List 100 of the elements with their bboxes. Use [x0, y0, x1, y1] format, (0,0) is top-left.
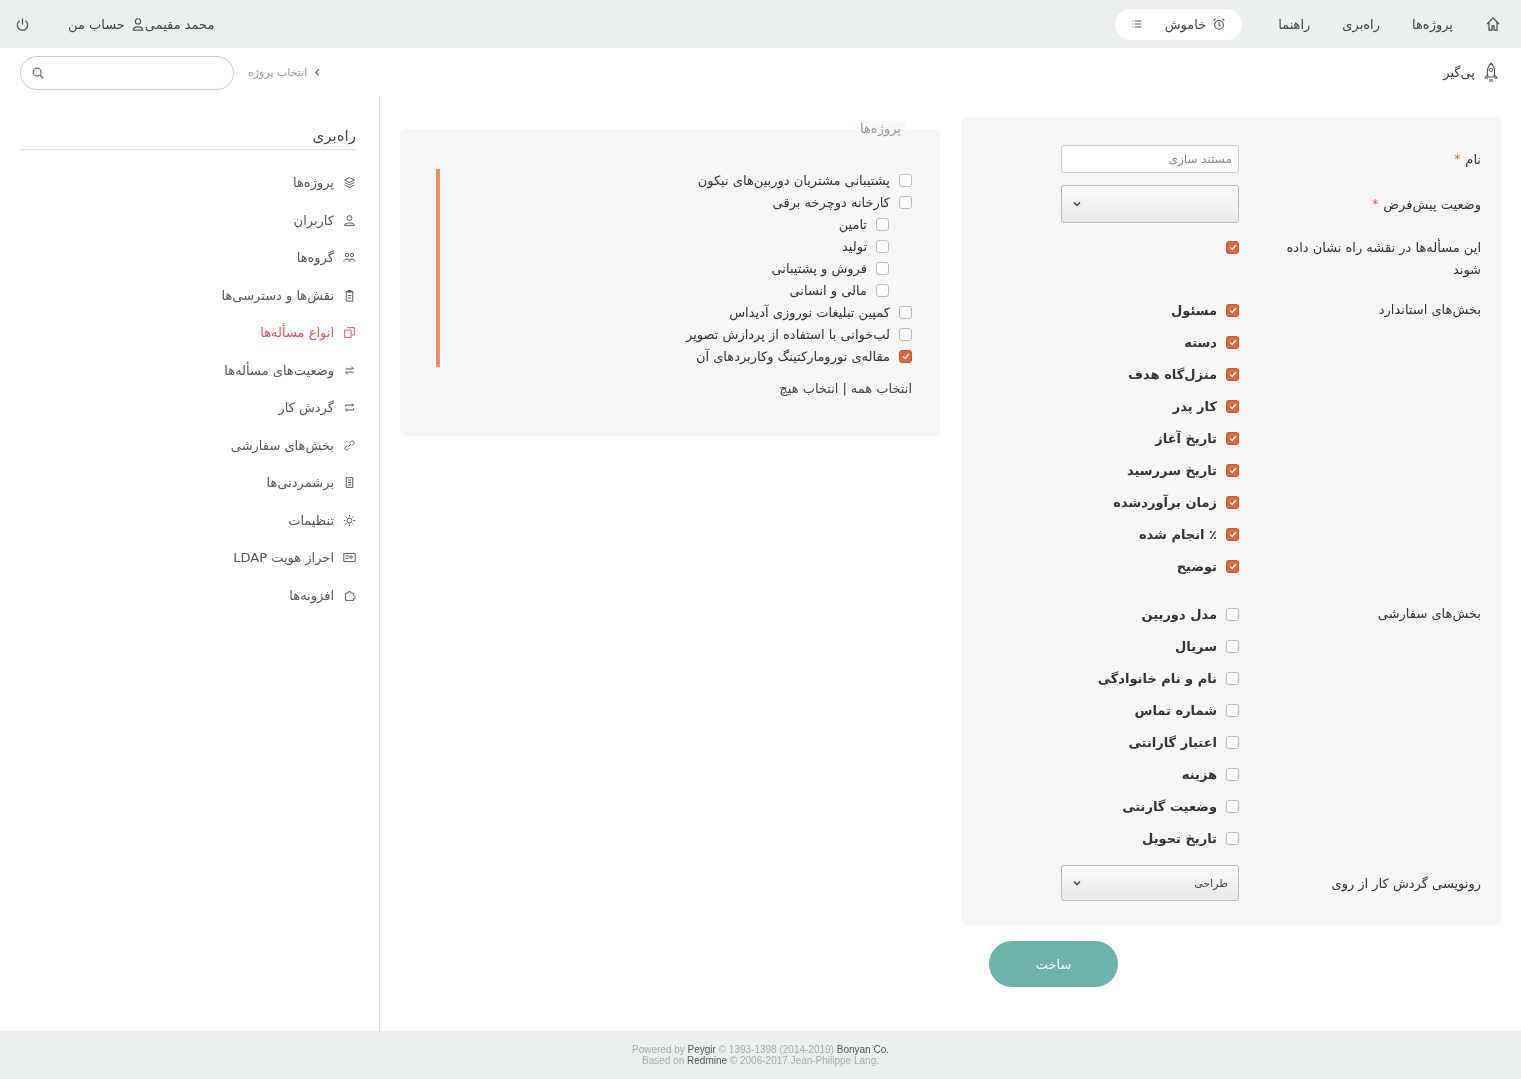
checkbox[interactable]	[876, 261, 889, 275]
project-label[interactable]: تولید	[841, 238, 867, 254]
field-option-label[interactable]: تاریخ سررسید	[1127, 462, 1217, 478]
field-label: نام	[1465, 151, 1481, 167]
chevron-down-icon	[1072, 878, 1082, 888]
project-label[interactable]: تامین	[838, 216, 867, 232]
project-label[interactable]: فروش و پشتیبانی	[771, 260, 867, 276]
workflow-dropdown[interactable]: طراحی	[1061, 865, 1239, 901]
sidebar-item[interactable]: بخش‌های سفارشی	[230, 437, 334, 453]
checkbox[interactable]	[1226, 335, 1239, 349]
sidebar-item[interactable]: گروه‌ها	[296, 250, 334, 266]
footer-link[interactable]: Bonyan Co.	[836, 1044, 889, 1055]
project-label[interactable]: مالی و انسانی	[789, 282, 867, 298]
field-option-label[interactable]: مسئول	[1171, 302, 1217, 318]
sidebar-item[interactable]: وضعیت‌های مسأله‌ها	[224, 362, 334, 378]
footer-text: Powered by Peygir © 1393-1398 (2014-2019) Bonyan Co.	[632, 1044, 889, 1055]
field-option-label[interactable]: تاریخ آغاز	[1155, 430, 1217, 446]
account-link[interactable]: حساب من	[68, 16, 125, 32]
clipboard-icon	[343, 288, 356, 302]
field-label: این مسأله‌ها در نقشه راه نشان داده شوند	[1285, 237, 1481, 280]
project-label[interactable]: کمپین تبلیغات نوروزی آدیداس	[729, 304, 890, 320]
checkbox[interactable]	[1226, 240, 1239, 254]
project-label[interactable]: لب‌خوانی با استفاده از پردازش تصویر	[686, 326, 890, 342]
checkbox[interactable]	[1226, 735, 1239, 749]
checkbox[interactable]	[1226, 831, 1239, 845]
field-option-label[interactable]: توضیح	[1176, 558, 1217, 574]
footer-link[interactable]: Redmine	[687, 1055, 728, 1066]
checkbox[interactable]	[876, 283, 889, 297]
field-option-label[interactable]: شماره تماس	[1134, 702, 1217, 718]
field-option-label[interactable]: دسته	[1184, 334, 1217, 350]
checkbox[interactable]	[1226, 399, 1239, 413]
timer-toggle[interactable]: خاموش	[1114, 8, 1243, 40]
checkbox[interactable]	[899, 173, 912, 187]
sidebar-item[interactable]: کاربران	[293, 212, 334, 228]
field-option-label[interactable]: منزل‌گاه هدف	[1128, 366, 1217, 382]
sidebar-item[interactable]: پروژه‌ها	[293, 175, 334, 191]
status-dropdown[interactable]	[1061, 185, 1239, 223]
rocket-icon[interactable]	[1483, 61, 1499, 84]
sidebar-item[interactable]: برشمردنی‌ها	[266, 475, 334, 491]
checkbox[interactable]	[1226, 671, 1239, 685]
sidebar-item[interactable]: گردش کار	[278, 400, 334, 416]
checkbox[interactable]	[1226, 607, 1239, 621]
user-name[interactable]: محمد مقیمی	[144, 16, 215, 32]
sidebar-item[interactable]: تنظیمات	[288, 512, 334, 528]
sidebar-item[interactable]: انواع مسأله‌ها	[260, 325, 334, 341]
layers-icon	[343, 176, 356, 190]
home-icon[interactable]	[1485, 16, 1501, 32]
checkbox[interactable]	[899, 305, 912, 319]
select-none-link[interactable]: انتخاب هیچ	[779, 381, 839, 396]
field-label: وضعیت پیش‌فرض	[1383, 196, 1481, 212]
field-label: بخش‌های سفارشی	[1376, 605, 1481, 623]
checkbox[interactable]	[876, 239, 889, 253]
field-option-label[interactable]: ٪ انجام شده	[1138, 526, 1217, 542]
id-card-icon	[343, 551, 356, 565]
project-label[interactable]: پشتیبانی مشتریان دوربین‌های نیکون	[697, 172, 890, 188]
checkbox[interactable]	[1226, 463, 1239, 477]
sidebar-title: راه‌بری	[20, 127, 356, 150]
arrows-icon	[343, 363, 356, 377]
checkbox[interactable]	[899, 349, 912, 363]
select-all-link[interactable]: انتخاب همه	[850, 381, 912, 396]
repeat-icon	[343, 401, 356, 415]
footer-text: Based on Redmine © 2006-2017 Jean-Philippe Lang.	[642, 1055, 879, 1066]
nav-link[interactable]: پروژه‌ها	[1412, 16, 1453, 32]
checkbox[interactable]	[1226, 703, 1239, 717]
project-label[interactable]: کارخانه دوچرخه برقی	[772, 194, 890, 210]
checkbox[interactable]	[1226, 431, 1239, 445]
checkbox[interactable]	[1226, 559, 1239, 573]
checkbox[interactable]	[1226, 495, 1239, 509]
field-option-label[interactable]: نام و نام خانوادگی	[1097, 670, 1217, 686]
footer-link[interactable]: Peygir	[687, 1044, 716, 1055]
power-icon[interactable]	[15, 16, 30, 32]
brand-name[interactable]: پی‌گیر	[1443, 65, 1475, 80]
checkbox[interactable]	[1226, 767, 1239, 781]
field-option-label[interactable]: اعتبار گارانتی	[1128, 734, 1217, 750]
checkbox[interactable]	[1226, 367, 1239, 381]
sidebar-item[interactable]: نقش‌ها و دسترسی‌ها	[221, 287, 334, 303]
project-label[interactable]: مقاله‌ی نوروماركتینگ وکاربردهای آن	[695, 348, 890, 364]
checkbox[interactable]	[876, 217, 889, 231]
gear-icon	[343, 513, 356, 527]
field-option-label[interactable]: کار پدر	[1172, 398, 1217, 414]
list-icon	[343, 476, 356, 490]
required-marker: *	[1372, 196, 1379, 211]
sidebar-item[interactable]: احراز هویت LDAP	[233, 550, 334, 566]
field-option-label[interactable]: وضعیت گارنتی	[1122, 798, 1217, 814]
chevron-down-icon	[1072, 199, 1082, 209]
checkbox[interactable]	[899, 195, 912, 209]
field-option-label[interactable]: هزینه	[1181, 766, 1217, 782]
checkbox[interactable]	[1226, 303, 1239, 317]
field-option-label[interactable]: زمان برآوردشده	[1113, 494, 1217, 510]
field-option-label[interactable]: مدل دوربین	[1141, 606, 1217, 622]
nav-link[interactable]: راه‌بری	[1342, 16, 1380, 32]
checkbox[interactable]	[899, 327, 912, 341]
field-option-label[interactable]: سریال	[1175, 638, 1217, 654]
nav-link[interactable]: راهنما	[1278, 16, 1311, 32]
checkbox[interactable]	[1226, 799, 1239, 813]
name-input[interactable]: مستند سازی	[1061, 145, 1239, 173]
checkbox[interactable]	[1226, 639, 1239, 653]
field-option-label[interactable]: تاریخ تحویل	[1142, 830, 1217, 846]
sidebar-item[interactable]: افزونه‌ها	[289, 587, 334, 603]
checkbox[interactable]	[1226, 527, 1239, 541]
